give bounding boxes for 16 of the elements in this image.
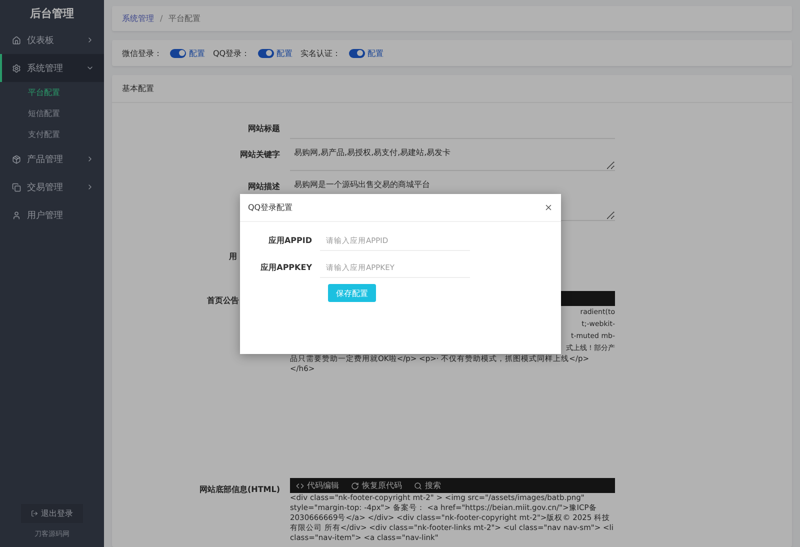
field-label: 网站底部信息(HTML) [199,484,280,495]
field-label: 首页公告 [207,295,239,306]
brand-title: 后台管理 [29,6,75,22]
toggle-label: 微信登录： [122,48,162,59]
card-title: 基本配置 [112,75,792,103]
toggle-label: 实名认证： [300,48,341,59]
breadcrumb-separator: / [160,14,163,24]
breadcrumb-current: 平台配置 [168,13,201,24]
field-label: 网站关键字 [240,149,280,160]
field-label: 网站标题 [248,123,280,134]
field-label: 应用APPKEY [260,262,313,273]
field-label: 应用APPID [267,235,313,246]
modal-title: QQ登录配置 [248,202,293,213]
toggle-label: QQ登录： [213,48,250,59]
field-label: 用 [229,251,237,262]
field-label: 网站描述 [248,181,280,192]
